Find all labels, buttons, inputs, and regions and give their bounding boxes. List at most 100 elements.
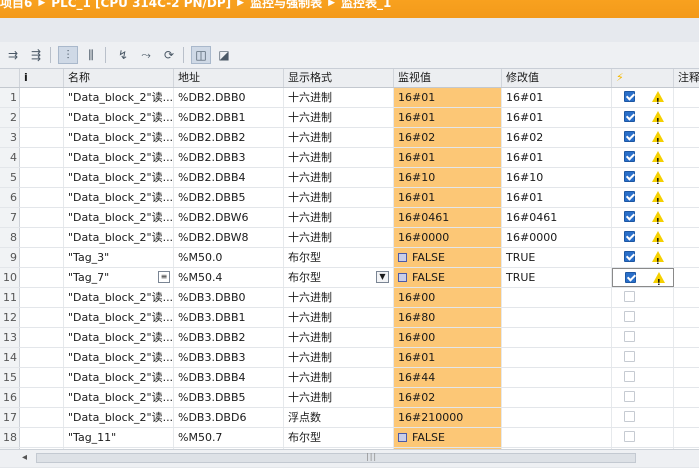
row-modify-value[interactable]: 16#01 bbox=[502, 148, 612, 167]
row-name[interactable]: "Tag_3" bbox=[64, 248, 174, 267]
row-display-format[interactable]: 十六进制 bbox=[284, 348, 394, 367]
modify-checkbox[interactable] bbox=[624, 191, 635, 202]
row-name[interactable]: "Data_block_2"读... bbox=[64, 128, 174, 147]
row-number[interactable]: 3 bbox=[0, 128, 20, 147]
row-number[interactable]: 5 bbox=[0, 168, 20, 187]
row-modify-value[interactable] bbox=[502, 368, 612, 387]
table-row[interactable]: 16 "Data_block_2"读... %DB3.DBB5 十六进制 16#02 bbox=[0, 388, 699, 408]
row-address[interactable]: %DB3.DBB1 bbox=[174, 308, 284, 327]
row-name[interactable]: "Data_block_2"读... bbox=[64, 208, 174, 227]
modify-checkbox[interactable] bbox=[624, 311, 635, 322]
row-address[interactable]: %DB2.DBB2 bbox=[174, 128, 284, 147]
row-modify-value[interactable] bbox=[502, 388, 612, 407]
row-comment[interactable] bbox=[674, 408, 699, 427]
row-comment[interactable] bbox=[674, 168, 699, 187]
row-display-format[interactable]: 十六进制 bbox=[284, 128, 394, 147]
row-comment[interactable] bbox=[674, 248, 699, 267]
modify-now-icon[interactable]: ↯ bbox=[113, 46, 133, 64]
table-row[interactable]: 13 "Data_block_2"读... %DB3.DBB2 十六进制 16#00 bbox=[0, 328, 699, 348]
row-number[interactable]: 9 bbox=[0, 248, 20, 267]
row-name[interactable]: "Data_block_2"读... bbox=[64, 348, 174, 367]
row-address[interactable]: %DB3.DBB2 bbox=[174, 328, 284, 347]
table-row[interactable]: 12 "Data_block_2"读... %DB3.DBB1 十六进制 16#80 bbox=[0, 308, 699, 328]
table-row[interactable]: 5 "Data_block_2"读... %DB2.DBB4 十六进制 16#10 16#… bbox=[0, 168, 699, 188]
row-display-format[interactable]: 布尔型 bbox=[284, 428, 394, 447]
row-name[interactable]: "Tag_11" bbox=[64, 428, 174, 447]
row-comment[interactable] bbox=[674, 328, 699, 347]
header-comment[interactable]: 注释 bbox=[674, 69, 699, 87]
row-modify-value[interactable] bbox=[502, 288, 612, 307]
row-number[interactable]: 8 bbox=[0, 228, 20, 247]
table-row[interactable]: 15 "Data_block_2"读... %DB3.DBB4 十六进制 16#44 bbox=[0, 368, 699, 388]
row-address[interactable]: %DB3.DBB0 bbox=[174, 288, 284, 307]
row-modify-value[interactable]: 16#10 bbox=[502, 168, 612, 187]
table-row[interactable]: 9 "Tag_3" %M50.0 布尔型 FALSE TRUE! bbox=[0, 248, 699, 268]
row-comment[interactable] bbox=[674, 108, 699, 127]
format-dropdown-icon[interactable]: ▼ bbox=[376, 271, 389, 283]
row-number[interactable]: 13 bbox=[0, 328, 20, 347]
row-number[interactable]: 16 bbox=[0, 388, 20, 407]
table-row[interactable]: 18 "Tag_11" %M50.7 布尔型 FALSE bbox=[0, 428, 699, 448]
row-modify-value[interactable]: 16#01 bbox=[502, 108, 612, 127]
row-display-format[interactable]: 十六进制 bbox=[284, 168, 394, 187]
modify-checkbox[interactable] bbox=[624, 391, 635, 402]
modify-checkbox[interactable] bbox=[624, 111, 635, 122]
table-row[interactable]: 1 "Data_block_2"读... %DB2.DBB0 十六进制 16#01 16#… bbox=[0, 88, 699, 108]
row-display-format[interactable]: 布尔型 bbox=[284, 248, 394, 267]
row-display-format[interactable]: 布尔型 ▼ bbox=[284, 268, 394, 287]
row-display-format[interactable]: 十六进制 bbox=[284, 228, 394, 247]
row-modify-value[interactable]: 16#0461 bbox=[502, 208, 612, 227]
row-name[interactable]: "Tag_7" ≡ bbox=[64, 268, 174, 287]
scrollbar-thumb[interactable] bbox=[36, 453, 636, 463]
row-name[interactable]: "Data_block_2"读... bbox=[64, 88, 174, 107]
row-display-format[interactable]: 十六进制 bbox=[284, 308, 394, 327]
table-row[interactable]: 17 "Data_block_2"读... %DB3.DBD6 浮点数 16#21000… bbox=[0, 408, 699, 428]
row-name[interactable]: "Data_block_2"读... bbox=[64, 368, 174, 387]
row-name[interactable]: "Data_block_2"读... bbox=[64, 408, 174, 427]
row-name[interactable]: "Data_block_2"读... bbox=[64, 188, 174, 207]
row-name[interactable]: "Data_block_2"读... bbox=[64, 108, 174, 127]
row-comment[interactable] bbox=[674, 228, 699, 247]
row-modify-value[interactable] bbox=[502, 348, 612, 367]
monitor-all-icon[interactable]: ◫ bbox=[191, 46, 211, 64]
row-modify-value[interactable]: 16#0000 bbox=[502, 228, 612, 247]
table-row[interactable]: 6 "Data_block_2"读... %DB2.DBB5 十六进制 16#01 16#… bbox=[0, 188, 699, 208]
table-row[interactable]: 14 "Data_block_2"读... %DB3.DBB3 十六进制 16#01 bbox=[0, 348, 699, 368]
row-comment[interactable] bbox=[674, 88, 699, 107]
row-modify-value[interactable]: TRUE bbox=[502, 248, 612, 267]
row-number[interactable]: 11 bbox=[0, 288, 20, 307]
row-modify-value[interactable]: TRUE bbox=[502, 268, 612, 287]
row-address[interactable]: %DB2.DBW6 bbox=[174, 208, 284, 227]
row-display-format[interactable]: 十六进制 bbox=[284, 208, 394, 227]
row-number[interactable]: 12 bbox=[0, 308, 20, 327]
row-number[interactable]: 14 bbox=[0, 348, 20, 367]
row-address[interactable]: %M50.4 bbox=[174, 268, 284, 287]
row-comment[interactable] bbox=[674, 288, 699, 307]
table-row[interactable]: 11 "Data_block_2"读... %DB3.DBB0 十六进制 16#00 bbox=[0, 288, 699, 308]
force-columns-icon[interactable]: ⫼ bbox=[81, 46, 101, 64]
modify-checkbox[interactable] bbox=[624, 91, 635, 102]
row-modify-value[interactable] bbox=[502, 408, 612, 427]
row-number[interactable]: 17 bbox=[0, 408, 20, 427]
row-modify-value[interactable]: 16#02 bbox=[502, 128, 612, 147]
modify-checkbox[interactable] bbox=[624, 411, 635, 422]
modify-checkbox[interactable] bbox=[624, 151, 635, 162]
row-address[interactable]: %DB2.DBB5 bbox=[174, 188, 284, 207]
row-number[interactable]: 15 bbox=[0, 368, 20, 387]
row-comment[interactable] bbox=[674, 208, 699, 227]
table-row[interactable]: 7 "Data_block_2"读... %DB2.DBW6 十六进制 16#0461 1… bbox=[0, 208, 699, 228]
breadcrumb-plc[interactable]: PLC_1 [CPU 314C-2 PN/DP] bbox=[51, 0, 231, 10]
row-address[interactable]: %DB3.DBD6 bbox=[174, 408, 284, 427]
header-modify-value[interactable]: 修改值 bbox=[502, 69, 612, 87]
row-number[interactable]: 7 bbox=[0, 208, 20, 227]
row-modify-value[interactable]: 16#01 bbox=[502, 188, 612, 207]
row-address[interactable]: %M50.7 bbox=[174, 428, 284, 447]
row-address[interactable]: %DB2.DBB4 bbox=[174, 168, 284, 187]
header-address[interactable]: 地址 bbox=[174, 69, 284, 87]
row-display-format[interactable]: 十六进制 bbox=[284, 88, 394, 107]
row-address[interactable]: %DB2.DBB0 bbox=[174, 88, 284, 107]
row-comment[interactable] bbox=[674, 188, 699, 207]
row-comment[interactable] bbox=[674, 428, 699, 447]
row-modify-value[interactable] bbox=[502, 428, 612, 447]
row-comment[interactable] bbox=[674, 368, 699, 387]
